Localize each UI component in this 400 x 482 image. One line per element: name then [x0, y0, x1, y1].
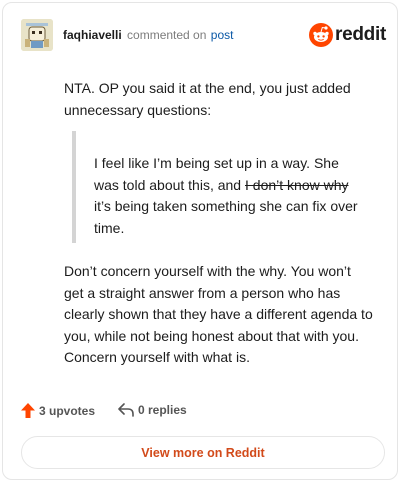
quote-strikethrough: I don’t know why: [245, 176, 349, 193]
avatar[interactable]: [21, 19, 53, 51]
reply-icon: [118, 403, 134, 417]
comment-intro: NTA. OP you said it at the end, you just…: [64, 80, 351, 118]
comment-embed-card: faqhiavelli commented on post reddit NTA…: [2, 2, 398, 480]
comment-footer: 3 upvotes 0 replies: [21, 401, 321, 423]
view-more-button[interactable]: View more on Reddit: [21, 436, 385, 469]
comment-meta: faqhiavelli commented on post: [63, 28, 233, 42]
action-text: commented on: [127, 28, 207, 42]
upvote-button[interactable]: 3 upvotes: [21, 403, 95, 418]
quote-text: I feel like I’m being set up in a way. S…: [94, 153, 362, 239]
reddit-logo-icon: [309, 23, 333, 47]
upvote-arrow-icon: [21, 403, 35, 418]
comment-body: Don’t concern yourself with the why. You…: [64, 263, 373, 365]
replies-button[interactable]: 0 replies: [118, 403, 187, 417]
reddit-brand[interactable]: reddit: [309, 23, 386, 47]
author-name[interactable]: faqhiavelli: [63, 28, 122, 42]
quote-text-after: it’s being taken something she can fix o…: [94, 198, 358, 236]
brand-wordmark: reddit: [335, 24, 386, 45]
upvote-count: 3 upvotes: [39, 403, 96, 418]
reply-count: 0 replies: [138, 403, 187, 417]
comment-header: faqhiavelli commented on post reddit: [21, 19, 387, 53]
blockquote: I feel like I’m being set up in a way. S…: [72, 131, 362, 243]
post-link[interactable]: post: [211, 28, 234, 42]
